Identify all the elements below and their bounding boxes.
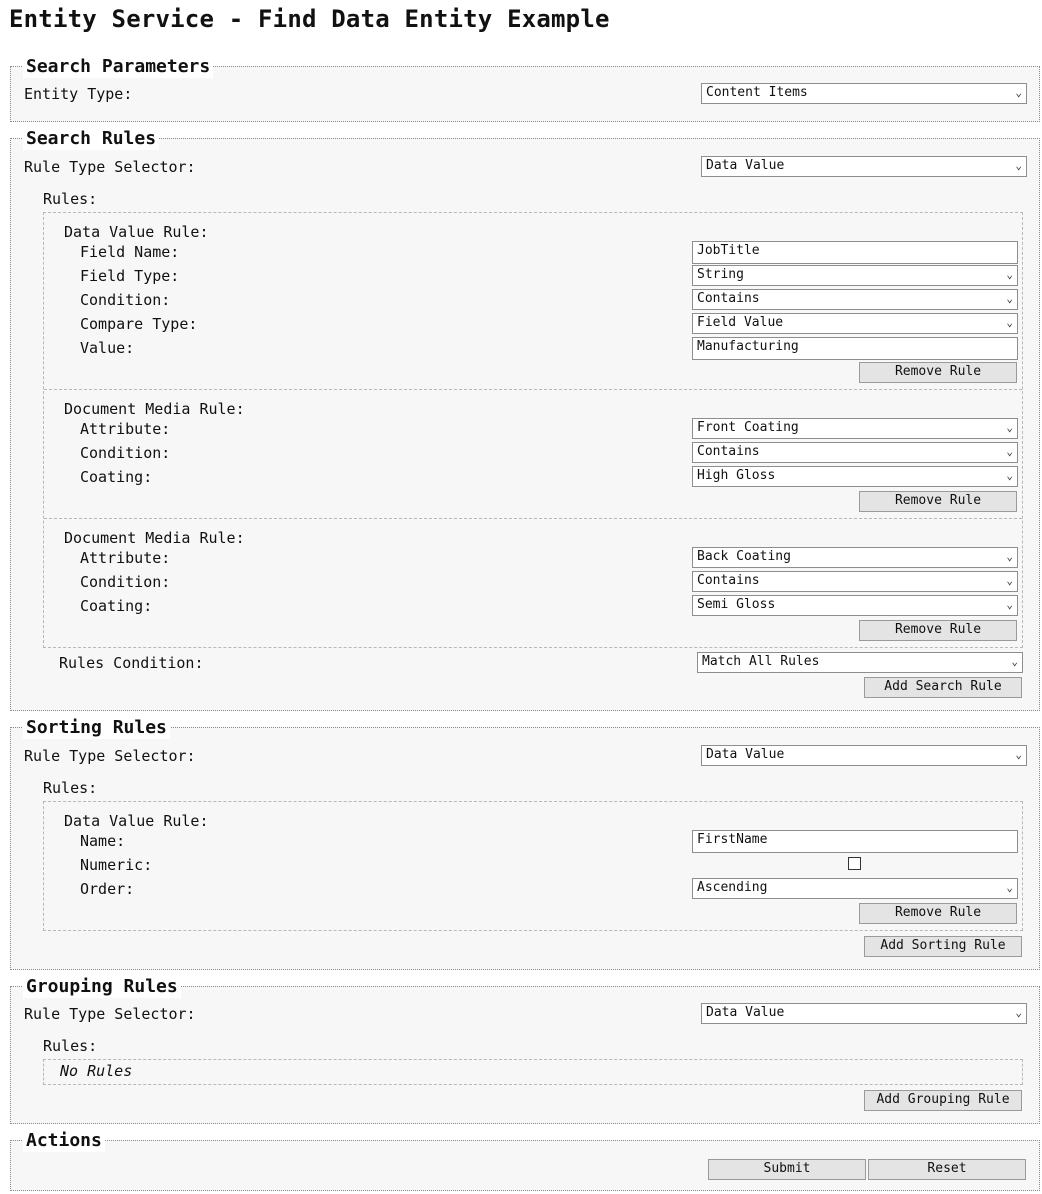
rules-condition-value: Match All Rules [702, 654, 820, 669]
remove-rule-button[interactable]: Remove Rule [859, 491, 1017, 512]
condition-select[interactable]: Contains ⌄ [692, 289, 1018, 310]
numeric-checkbox[interactable] [848, 857, 861, 870]
field-name-input[interactable]: JobTitle [692, 241, 1018, 264]
grouping-rules-list [43, 1059, 1023, 1085]
condition-value: Contains [697, 291, 760, 306]
chevron-down-icon: ⌄ [1006, 598, 1013, 611]
condition-value: Contains [697, 573, 760, 588]
coating-select[interactable]: Semi Gloss ⌄ [692, 595, 1018, 616]
condition-label: Condition: [80, 444, 171, 462]
chevron-down-icon: ⌄ [1015, 1006, 1022, 1019]
data-value-rule-heading: Data Value Rule: [64, 812, 209, 830]
remove-rule-button[interactable]: Remove Rule [859, 903, 1017, 924]
field-type-value: String [697, 267, 744, 282]
actions-legend: Actions [23, 1130, 105, 1152]
search-rule-type-select[interactable]: Data Value ⌄ [701, 156, 1027, 177]
chevron-down-icon: ⌄ [1006, 469, 1013, 482]
compare-type-label: Compare Type: [80, 315, 198, 333]
name-input[interactable]: FirstName [692, 830, 1018, 853]
search-rules-legend: Search Rules [23, 128, 160, 150]
name-label: Name: [80, 832, 126, 850]
coating-value: High Gloss [697, 468, 776, 483]
attribute-value: Back Coating [697, 549, 791, 564]
condition-label: Condition: [80, 291, 171, 309]
value-input[interactable]: Manufacturing [692, 337, 1018, 360]
search-rules-label: Rules: [43, 190, 98, 208]
grouping-rules-label: Rules: [43, 1037, 98, 1055]
chevron-down-icon: ⌄ [1006, 268, 1013, 281]
chevron-down-icon: ⌄ [1006, 881, 1013, 894]
sorting-rules-legend: Sorting Rules [23, 717, 170, 739]
order-select[interactable]: Ascending ⌄ [692, 878, 1018, 899]
search-rule-type-value: Data Value [706, 158, 785, 173]
condition-value: Contains [697, 444, 760, 459]
data-value-rule-heading: Data Value Rule: [64, 223, 209, 241]
chevron-down-icon: ⌄ [1006, 574, 1013, 587]
numeric-label: Numeric: [80, 856, 153, 874]
rules-condition-label: Rules Condition: [59, 654, 204, 672]
grouping-rule-type-select[interactable]: Data Value ⌄ [701, 1003, 1027, 1024]
attribute-select[interactable]: Front Coating ⌄ [692, 418, 1018, 439]
rules-condition-select[interactable]: Match All Rules ⌄ [697, 652, 1023, 673]
sorting-rules-label: Rules: [43, 779, 98, 797]
condition-select[interactable]: Contains ⌄ [692, 571, 1018, 592]
remove-rule-button[interactable]: Remove Rule [859, 620, 1017, 641]
search-rule-type-label: Rule Type Selector: [24, 158, 196, 176]
sorting-rule-type-value: Data Value [706, 747, 785, 762]
chevron-down-icon: ⌄ [1006, 292, 1013, 305]
chevron-down-icon: ⌄ [1006, 445, 1013, 458]
document-media-rule-heading: Document Media Rule: [64, 400, 245, 418]
page-title: Entity Service - Find Data Entity Exampl… [9, 5, 610, 33]
coating-label: Coating: [80, 597, 153, 615]
compare-type-value: Field Value [697, 315, 784, 330]
condition-select[interactable]: Contains ⌄ [692, 442, 1018, 463]
coating-select[interactable]: High Gloss ⌄ [692, 466, 1018, 487]
attribute-select[interactable]: Back Coating ⌄ [692, 547, 1018, 568]
search-parameters-legend: Search Parameters [23, 56, 214, 78]
chevron-down-icon: ⌄ [1015, 748, 1022, 761]
reset-button[interactable]: Reset [868, 1159, 1026, 1180]
grouping-rule-type-label: Rule Type Selector: [24, 1005, 196, 1023]
chevron-down-icon: ⌄ [1015, 86, 1022, 99]
value-value: Manufacturing [697, 339, 799, 354]
grouping-rule-type-value: Data Value [706, 1005, 785, 1020]
chevron-down-icon: ⌄ [1015, 159, 1022, 172]
order-value: Ascending [697, 880, 768, 895]
condition-label: Condition: [80, 573, 171, 591]
entity-type-label: Entity Type: [24, 85, 133, 103]
name-value: FirstName [697, 832, 768, 847]
chevron-down-icon: ⌄ [1006, 421, 1013, 434]
compare-type-select[interactable]: Field Value ⌄ [692, 313, 1018, 334]
rule-divider [44, 518, 1022, 519]
submit-button[interactable]: Submit [708, 1159, 866, 1180]
attribute-label: Attribute: [80, 420, 171, 438]
field-name-value: JobTitle [697, 243, 760, 258]
grouping-rules-legend: Grouping Rules [23, 976, 181, 998]
entity-type-value: Content Items [706, 85, 808, 100]
order-label: Order: [80, 880, 135, 898]
coating-label: Coating: [80, 468, 153, 486]
remove-rule-button[interactable]: Remove Rule [859, 362, 1017, 383]
no-rules-text: No Rules [60, 1062, 133, 1080]
attribute-value: Front Coating [697, 420, 799, 435]
add-sorting-rule-button[interactable]: Add Sorting Rule [864, 936, 1022, 957]
entity-type-select[interactable]: Content Items ⌄ [701, 83, 1027, 104]
chevron-down-icon: ⌄ [1006, 550, 1013, 563]
attribute-label: Attribute: [80, 549, 171, 567]
rule-divider [44, 389, 1022, 390]
add-search-rule-button[interactable]: Add Search Rule [864, 677, 1022, 698]
chevron-down-icon: ⌄ [1011, 655, 1018, 668]
document-media-rule-heading: Document Media Rule: [64, 529, 245, 547]
field-type-label: Field Type: [80, 267, 180, 285]
sorting-rule-type-label: Rule Type Selector: [24, 747, 196, 765]
coating-value: Semi Gloss [697, 597, 776, 612]
field-type-select[interactable]: String ⌄ [692, 265, 1018, 286]
add-grouping-rule-button[interactable]: Add Grouping Rule [864, 1090, 1022, 1111]
field-name-label: Field Name: [80, 243, 180, 261]
value-label: Value: [80, 339, 135, 357]
chevron-down-icon: ⌄ [1006, 316, 1013, 329]
sorting-rule-type-select[interactable]: Data Value ⌄ [701, 745, 1027, 766]
